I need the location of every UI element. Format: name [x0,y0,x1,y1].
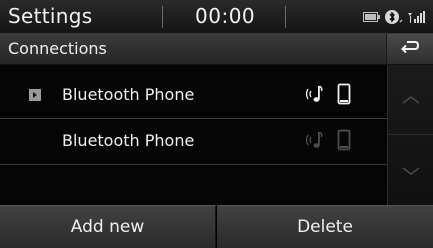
status-divider [285,6,286,28]
phone-icon [337,129,351,155]
device-name: Bluetooth Phone [62,85,195,104]
audio-streaming-icon [303,83,325,109]
settings-screen: Settings 00:00 Connections Bluetooth Pho… [0,0,433,248]
signal-icon [407,10,427,24]
delete-button[interactable]: Delete [217,205,433,248]
bluetooth-icon [385,9,403,25]
status-icons [363,9,427,25]
selected-device-icon [29,89,41,101]
screen-title: Settings [8,4,93,28]
clock: 00:00 [195,4,256,28]
section-header: Connections [0,34,433,65]
scroll-down-button[interactable] [388,135,433,205]
back-arrow-icon [400,39,420,59]
status-bar: Settings 00:00 [0,0,433,34]
phone-icon [337,83,351,109]
device-list-item[interactable]: Bluetooth Phone [0,73,387,119]
device-list: Bluetooth Phone Bluetooth Phone [0,65,387,205]
device-list-item[interactable]: Bluetooth Phone [0,119,387,165]
scroll-up-button[interactable] [388,65,433,135]
back-button[interactable] [386,34,433,64]
section-title: Connections [8,39,107,58]
bottom-action-bar: Add new Delete [0,205,433,248]
device-profile-icons [303,129,351,155]
chevron-up-icon [401,90,421,109]
list-scroll-controls [387,65,433,205]
status-divider [162,6,163,28]
battery-icon [363,11,381,23]
add-new-button[interactable]: Add new [0,205,216,248]
chevron-down-icon [401,161,421,180]
device-profile-icons [303,83,351,109]
device-name: Bluetooth Phone [62,131,195,150]
audio-streaming-icon [303,129,325,155]
